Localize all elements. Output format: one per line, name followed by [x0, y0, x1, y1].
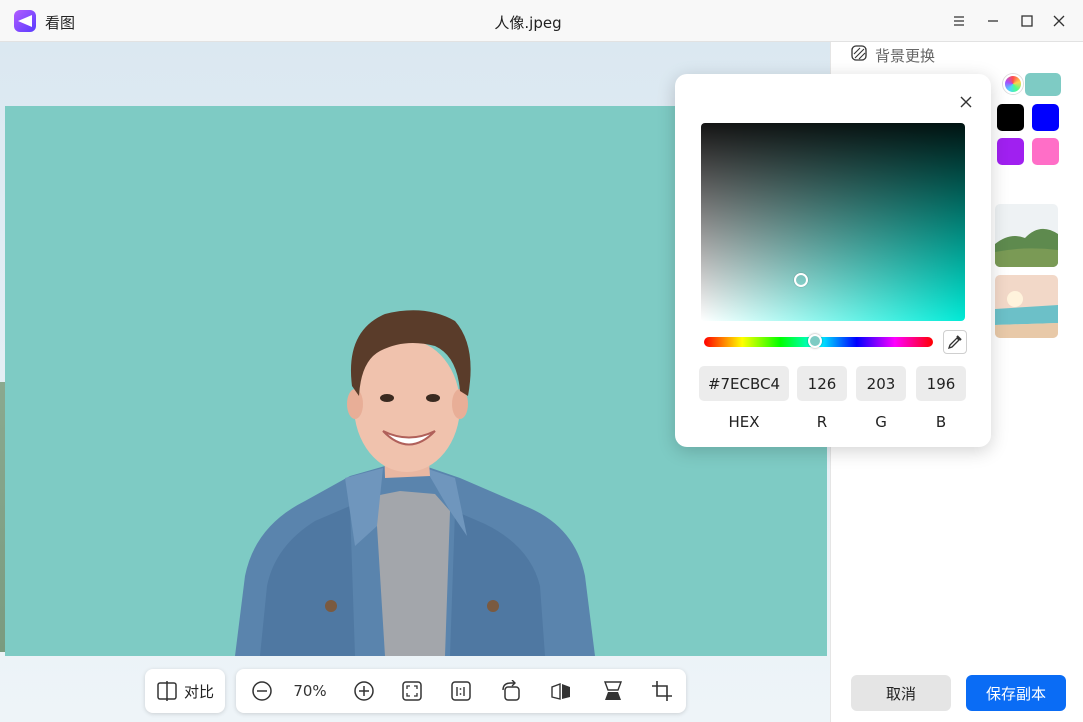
zoom-level: 70%: [293, 682, 327, 700]
saturation-value-handle[interactable]: [794, 273, 808, 287]
zoom-out-icon: [252, 681, 272, 701]
menu-icon[interactable]: [949, 11, 969, 31]
flip-horizontal-icon: [551, 682, 570, 700]
g-input[interactable]: 203: [856, 366, 906, 401]
hue-slider-handle[interactable]: [808, 334, 823, 348]
compare-group: 对比: [145, 669, 225, 713]
swatch-blue[interactable]: [1032, 104, 1059, 131]
r-input[interactable]: 126: [797, 366, 847, 401]
background-thumbnail-beach[interactable]: [995, 275, 1058, 338]
color-picker-popup: #7ECBC4 126 203 196 HEX R G B: [675, 74, 991, 447]
fit-window-button[interactable]: [392, 669, 432, 713]
eyedropper-button[interactable]: [943, 330, 967, 354]
close-window-icon[interactable]: [1049, 11, 1069, 31]
hex-label: HEX: [728, 413, 760, 431]
crop-button[interactable]: [642, 669, 682, 713]
zoom-in-icon: [354, 681, 374, 701]
rotate-button[interactable]: [491, 669, 531, 713]
rotate-icon: [502, 680, 520, 701]
document-title: 人像.jpeg: [494, 14, 562, 32]
view-toolbar: 70%: [236, 669, 686, 713]
flip-vertical-icon: [603, 681, 623, 700]
swatch-purple[interactable]: [997, 138, 1024, 165]
b-input[interactable]: 196: [916, 366, 966, 401]
maximize-icon[interactable]: [1017, 11, 1037, 31]
b-label: B: [935, 413, 947, 431]
cancel-button[interactable]: 取消: [851, 675, 951, 711]
actual-size-button[interactable]: [441, 669, 481, 713]
flip-vertical-button[interactable]: [593, 669, 633, 713]
swatch-pink[interactable]: [1032, 138, 1059, 165]
flip-horizontal-button[interactable]: [541, 669, 581, 713]
zoom-out-button[interactable]: [242, 669, 282, 713]
swatch-selected[interactable]: [1025, 73, 1061, 96]
r-label: R: [816, 413, 828, 431]
title-bar: 看图 人像.jpeg: [0, 0, 1083, 42]
hue-slider[interactable]: [704, 334, 933, 348]
save-copy-button[interactable]: 保存副本: [966, 675, 1066, 711]
saturation-value-area[interactable]: [701, 123, 965, 321]
actual-size-icon: [451, 681, 471, 701]
eyedropper-icon: [947, 335, 962, 350]
hex-input[interactable]: #7ECBC4: [699, 366, 789, 401]
custom-color-icon[interactable]: [1003, 74, 1023, 94]
background-thumbnail-mountains[interactable]: [995, 204, 1058, 267]
crop-icon: [652, 681, 672, 701]
minimize-icon[interactable]: [983, 11, 1003, 31]
swatch-black[interactable]: [997, 104, 1024, 131]
compare-icon: [157, 681, 177, 701]
fit-window-icon: [402, 681, 422, 701]
zoom-in-button[interactable]: [344, 669, 384, 713]
compare-label: 对比: [183, 682, 214, 701]
panel-title: 背景更换: [875, 47, 936, 65]
compare-button[interactable]: 对比: [145, 669, 225, 713]
close-icon[interactable]: [958, 94, 974, 110]
g-label: G: [875, 413, 887, 431]
background-replace-icon: [851, 45, 867, 61]
